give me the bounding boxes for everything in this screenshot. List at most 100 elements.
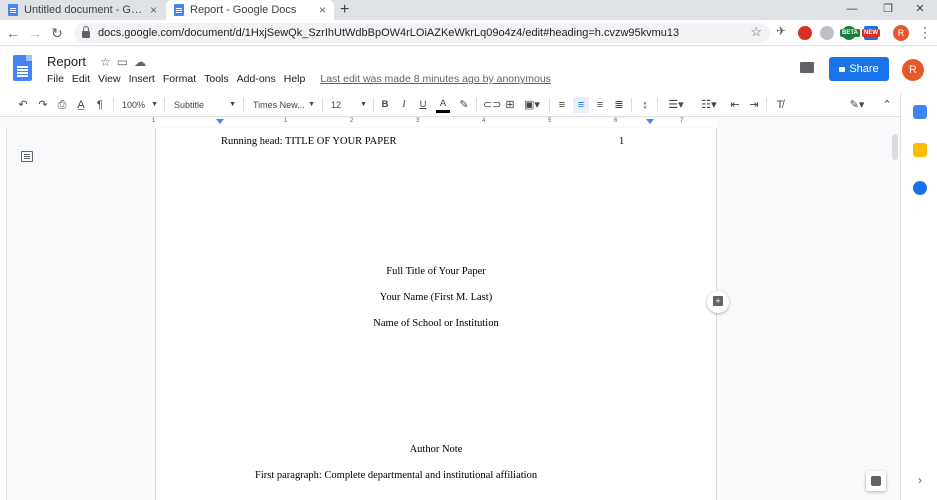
insert-image-icon[interactable]: ▣▾ bbox=[521, 97, 543, 113]
bold-button[interactable]: B bbox=[379, 97, 391, 113]
first-paragraph[interactable]: First paragraph: Complete departmental a… bbox=[255, 470, 537, 481]
formatting-toolbar: ↶ ↷ ⎙ A̲ ¶ 100% ▼ Subtitle ▼ Times New... ▼… bbox=[0, 93, 900, 117]
running-head[interactable]: Running head: TITLE OF YOUR PAPER bbox=[221, 136, 397, 147]
align-right-icon[interactable]: ≡ bbox=[593, 97, 607, 113]
numbered-list-icon[interactable]: ☰▾ bbox=[664, 97, 688, 113]
increase-indent-icon[interactable]: ⇥ bbox=[747, 97, 761, 113]
extension-beta-label: BETA bbox=[840, 29, 860, 37]
document-outline-icon[interactable] bbox=[21, 151, 33, 162]
undo-icon[interactable]: ↶ bbox=[16, 97, 30, 113]
new-tab-button[interactable]: + bbox=[340, 0, 349, 20]
document-title[interactable]: Report bbox=[47, 54, 86, 69]
redo-icon[interactable]: ↷ bbox=[36, 97, 50, 113]
document-page[interactable]: Running head: TITLE OF YOUR PAPER 1 Full… bbox=[155, 128, 717, 500]
bulleted-list-icon[interactable]: ☷▾ bbox=[697, 97, 721, 113]
document-scrollbar[interactable] bbox=[890, 128, 900, 500]
window-close-button[interactable]: ✕ bbox=[903, 0, 937, 20]
ruler-number: 2 bbox=[350, 118, 354, 124]
toolbar-divider bbox=[476, 98, 477, 112]
ruler-number: 6 bbox=[614, 118, 618, 124]
browser-tab-report[interactable]: Report - Google Docs × bbox=[166, 0, 334, 20]
extension-bird-icon[interactable]: ✈ bbox=[776, 24, 790, 38]
font-size-select[interactable]: 12 ▼ bbox=[331, 97, 367, 113]
menu-format[interactable]: Format bbox=[163, 73, 196, 85]
docs-logo-icon[interactable] bbox=[13, 55, 32, 81]
page-number[interactable]: 1 bbox=[619, 136, 624, 147]
extension-speed-icon[interactable] bbox=[820, 26, 834, 40]
align-justify-icon[interactable]: ≣ bbox=[612, 97, 626, 113]
underline-button[interactable]: U bbox=[417, 97, 429, 113]
account-avatar[interactable]: R bbox=[902, 59, 924, 81]
close-icon[interactable]: × bbox=[150, 3, 157, 17]
paint-format-icon[interactable]: ¶ bbox=[93, 97, 107, 113]
extension-opera-icon[interactable] bbox=[798, 26, 812, 40]
menu-file[interactable]: File bbox=[47, 73, 64, 85]
author-note-heading[interactable]: Author Note bbox=[156, 444, 716, 455]
vertical-ruler bbox=[0, 128, 7, 500]
share-label: Share bbox=[849, 63, 879, 75]
cloud-saved-icon: ☁ bbox=[134, 55, 153, 69]
move-folder-icon[interactable]: ▭ bbox=[117, 55, 134, 69]
ruler-track bbox=[155, 119, 717, 127]
menu-addons[interactable]: Add-ons bbox=[237, 73, 276, 85]
insert-comment-icon[interactable]: ⊞ bbox=[503, 97, 517, 113]
menu-bar: File Edit View Insert Format Tools Add-o… bbox=[47, 73, 559, 85]
add-comment-button[interactable] bbox=[707, 291, 729, 313]
scroll-thumb[interactable] bbox=[892, 134, 898, 160]
font-select[interactable]: Times New... ▼ bbox=[253, 97, 315, 113]
align-center-icon[interactable]: ≡ bbox=[573, 97, 589, 113]
chevron-down-icon: ▼ bbox=[360, 101, 367, 108]
collapse-menus-icon[interactable]: ⌃ bbox=[880, 97, 894, 113]
font-value: Times New... bbox=[253, 100, 305, 110]
institution-name[interactable]: Name of School or Institution bbox=[156, 318, 716, 329]
decrease-indent-icon[interactable]: ⇤ bbox=[728, 97, 742, 113]
forward-icon[interactable]: → bbox=[26, 24, 44, 42]
link-icon[interactable]: ⊂⊃ bbox=[483, 97, 501, 113]
calendar-icon[interactable] bbox=[913, 105, 927, 119]
close-icon[interactable]: × bbox=[319, 3, 326, 17]
chevron-down-icon: ▼ bbox=[151, 101, 158, 108]
editing-mode-icon[interactable]: ✎▾ bbox=[845, 97, 869, 113]
right-indent-marker[interactable] bbox=[646, 119, 654, 124]
style-value: Subtitle bbox=[174, 100, 205, 110]
line-spacing-icon[interactable]: ↕ bbox=[638, 97, 652, 113]
zoom-select[interactable]: 100% ▼ bbox=[122, 97, 158, 113]
highlight-icon[interactable]: ✎ bbox=[457, 97, 471, 113]
extension-new-label: NEW bbox=[862, 29, 880, 37]
url-input[interactable]: docs.google.com/document/d/1HxjSewQk_Szr… bbox=[74, 23, 770, 43]
restore-button[interactable]: ❐ bbox=[871, 0, 905, 20]
chevron-right-icon[interactable]: › bbox=[913, 473, 927, 487]
explore-icon[interactable] bbox=[866, 471, 886, 491]
browser-tab-untitled[interactable]: Untitled document - Google Doc × bbox=[0, 0, 165, 20]
back-icon[interactable]: ← bbox=[4, 24, 22, 42]
tasks-icon[interactable] bbox=[913, 181, 927, 195]
paragraph-style-select[interactable]: Subtitle ▼ bbox=[174, 97, 236, 113]
bookmark-star-icon[interactable]: ☆ bbox=[750, 24, 762, 40]
toolbar-divider bbox=[322, 98, 323, 112]
print-icon[interactable]: ⎙ bbox=[55, 97, 69, 113]
ruler-number: 4 bbox=[482, 118, 486, 124]
left-indent-marker[interactable] bbox=[216, 119, 224, 124]
clear-formatting-icon[interactable]: T̸ bbox=[773, 97, 787, 113]
reload-icon[interactable]: ↻ bbox=[48, 24, 66, 42]
browser-menu-icon[interactable]: ⋮ bbox=[918, 24, 932, 41]
italic-button[interactable]: I bbox=[398, 97, 410, 113]
share-button[interactable]: Share bbox=[829, 57, 889, 81]
menu-view[interactable]: View bbox=[98, 73, 121, 85]
author-name[interactable]: Your Name (First M. Last) bbox=[156, 292, 716, 303]
text-color-button[interactable]: A bbox=[436, 97, 450, 113]
browser-profile-avatar[interactable]: R bbox=[893, 25, 909, 41]
menu-tools[interactable]: Tools bbox=[204, 73, 229, 85]
spellcheck-icon[interactable]: A̲ bbox=[74, 97, 88, 113]
ruler-number: 7 bbox=[680, 118, 684, 124]
star-icon[interactable]: ☆ bbox=[100, 55, 117, 69]
menu-edit[interactable]: Edit bbox=[72, 73, 90, 85]
comment-history-icon[interactable] bbox=[800, 62, 814, 73]
menu-help[interactable]: Help bbox=[284, 73, 306, 85]
menu-insert[interactable]: Insert bbox=[129, 73, 155, 85]
last-edit-link[interactable]: Last edit was made 8 minutes ago by anon… bbox=[320, 73, 551, 85]
align-left-icon[interactable]: ≡ bbox=[555, 97, 569, 113]
keep-icon[interactable] bbox=[913, 143, 927, 157]
minimize-button[interactable]: — bbox=[835, 0, 869, 20]
paper-title[interactable]: Full Title of Your Paper bbox=[156, 266, 716, 277]
